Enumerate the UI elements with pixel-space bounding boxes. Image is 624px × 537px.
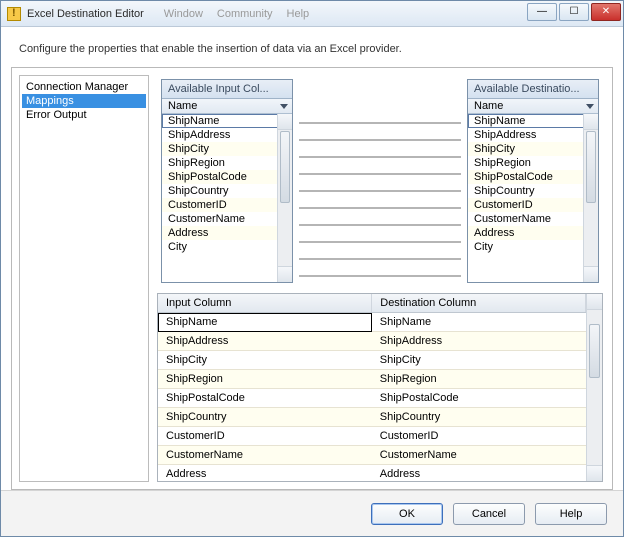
column-item[interactable]: ShipName (468, 114, 598, 128)
column-item[interactable]: CustomerID (162, 198, 292, 212)
grid-header-input[interactable]: Input Column (158, 294, 372, 313)
grid-cell-input[interactable]: Address (158, 465, 372, 483)
grid-cell-input[interactable]: ShipPostalCode (158, 389, 372, 408)
table-row[interactable]: ShipCountryShipCountry (158, 408, 586, 427)
sort-indicator-icon (280, 104, 288, 109)
column-item[interactable]: ShipCountry (162, 184, 292, 198)
grid-cell-dest[interactable]: ShipCity (372, 351, 586, 370)
close-button[interactable]: ✕ (591, 3, 621, 21)
column-item[interactable]: ShipRegion (468, 156, 598, 170)
scrollbar[interactable] (586, 294, 602, 481)
scrollbar[interactable] (583, 114, 598, 282)
table-row[interactable]: CustomerNameCustomerName (158, 446, 586, 465)
grid-cell-input[interactable]: ShipCountry (158, 408, 372, 427)
grid-cell-input[interactable]: ShipName (158, 313, 372, 332)
column-item[interactable]: ShipCity (468, 142, 598, 156)
menubar: Window Community Help (164, 8, 309, 20)
menu-community[interactable]: Community (217, 8, 273, 20)
column-item[interactable]: Address (162, 226, 292, 240)
destination-columns-header: Available Destinatio... (468, 80, 598, 99)
grid-cell-input[interactable]: CustomerName (158, 446, 372, 465)
grid-cell-input[interactable]: ShipAddress (158, 332, 372, 351)
minimize-button[interactable]: — (527, 3, 557, 21)
grid-cell-dest[interactable]: ShipRegion (372, 370, 586, 389)
column-item[interactable]: ShipAddress (162, 128, 292, 142)
grid-cell-dest[interactable]: ShipCountry (372, 408, 586, 427)
help-button[interactable]: Help (535, 503, 607, 525)
scroll-thumb[interactable] (586, 131, 596, 203)
grid-cell-input[interactable]: ShipRegion (158, 370, 372, 389)
titlebar[interactable]: Excel Destination Editor Window Communit… (1, 1, 623, 27)
sidebar-item[interactable]: Mappings (22, 94, 146, 108)
sidebar-item[interactable]: Connection Manager (22, 80, 146, 94)
table-row[interactable]: AddressAddress (158, 465, 586, 483)
table-row[interactable]: ShipCityShipCity (158, 351, 586, 370)
column-item[interactable]: CustomerName (468, 212, 598, 226)
sort-indicator-icon (586, 104, 594, 109)
grid-cell-input[interactable]: ShipCity (158, 351, 372, 370)
scroll-thumb[interactable] (589, 324, 600, 378)
input-columns-header: Available Input Col... (162, 80, 292, 99)
body: Connection ManagerMappingsError Output A… (11, 67, 613, 490)
column-item[interactable]: ShipCity (162, 142, 292, 156)
cancel-button[interactable]: Cancel (453, 503, 525, 525)
column-item[interactable]: ShipName (162, 114, 292, 128)
sidebar-item[interactable]: Error Output (22, 108, 146, 122)
destination-columns-box: Available Destinatio... Name ShipNameShi… (467, 79, 599, 283)
grid-cell-dest[interactable]: CustomerID (372, 427, 586, 446)
sidebar: Connection ManagerMappingsError Output (19, 75, 149, 482)
destination-columns-subheader[interactable]: Name (468, 99, 598, 114)
menu-help[interactable]: Help (287, 8, 310, 20)
column-item[interactable]: ShipRegion (162, 156, 292, 170)
column-item[interactable]: ShipPostalCode (162, 170, 292, 184)
mapping-grid: Input Column Destination Column ShipName… (157, 293, 603, 482)
maximize-button[interactable]: ☐ (559, 3, 589, 21)
input-columns-box: Available Input Col... Name ShipNameShip… (161, 79, 293, 283)
window: Excel Destination Editor Window Communit… (0, 0, 624, 537)
column-item[interactable]: ShipAddress (468, 128, 598, 142)
table-row[interactable]: ShipPostalCodeShipPostalCode (158, 389, 586, 408)
input-columns-subheader[interactable]: Name (162, 99, 292, 114)
grid-cell-dest[interactable]: ShipPostalCode (372, 389, 586, 408)
mapping-lines (299, 115, 461, 285)
column-item[interactable]: Address (468, 226, 598, 240)
main-panel: Available Input Col... Name ShipNameShip… (155, 75, 605, 482)
table-row[interactable]: ShipNameShipName (158, 313, 586, 332)
app-icon (7, 7, 21, 21)
window-title: Excel Destination Editor (27, 8, 144, 20)
column-item[interactable]: CustomerID (468, 198, 598, 212)
instruction-text: Configure the properties that enable the… (19, 43, 605, 55)
grid-cell-dest[interactable]: Address (372, 465, 586, 483)
scroll-thumb[interactable] (280, 131, 290, 203)
grid-cell-dest[interactable]: ShipName (372, 313, 586, 332)
destination-columns-list[interactable]: ShipNameShipAddressShipCityShipRegionShi… (468, 114, 598, 282)
column-item[interactable]: City (162, 240, 292, 254)
mapping-canvas: Available Input Col... Name ShipNameShip… (155, 75, 605, 293)
footer: OK Cancel Help (1, 490, 623, 536)
grid-cell-dest[interactable]: ShipAddress (372, 332, 586, 351)
column-item[interactable]: CustomerName (162, 212, 292, 226)
menu-window[interactable]: Window (164, 8, 203, 20)
table-row[interactable]: ShipRegionShipRegion (158, 370, 586, 389)
column-item[interactable]: ShipPostalCode (468, 170, 598, 184)
column-item[interactable]: ShipCountry (468, 184, 598, 198)
ok-button[interactable]: OK (371, 503, 443, 525)
grid-cell-dest[interactable]: CustomerName (372, 446, 586, 465)
column-item[interactable]: City (468, 240, 598, 254)
table-row[interactable]: ShipAddressShipAddress (158, 332, 586, 351)
table-row[interactable]: CustomerIDCustomerID (158, 427, 586, 446)
input-columns-list[interactable]: ShipNameShipAddressShipCityShipRegionShi… (162, 114, 292, 282)
grid-header-dest[interactable]: Destination Column (372, 294, 586, 313)
scrollbar[interactable] (277, 114, 292, 282)
grid-cell-input[interactable]: CustomerID (158, 427, 372, 446)
